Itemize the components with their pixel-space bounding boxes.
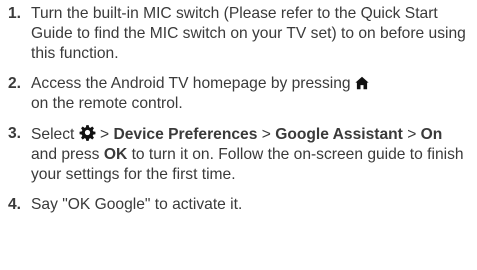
step-text: Say "OK Google" to activate it. xyxy=(31,196,243,213)
step-number: 1. xyxy=(8,5,22,22)
separator: > xyxy=(407,126,417,143)
separator: > xyxy=(100,126,110,143)
step-text-before-icon: Access the Android TV homepage by pressi… xyxy=(31,75,351,92)
home-icon xyxy=(355,76,369,90)
step-3: 3. Select > Device Preferences > Google … xyxy=(8,124,469,185)
ok-key: OK xyxy=(103,146,128,163)
step-text-after-icon: on the remote control. xyxy=(31,95,183,112)
gear-icon xyxy=(79,124,96,141)
separator: > xyxy=(261,126,271,143)
menu-google-assistant: Google Assistant xyxy=(275,126,403,143)
step-text: Select > Device Preferences > Google Ass… xyxy=(31,124,469,185)
step-2: 2. Access the Android TV homepage by pre… xyxy=(8,74,469,114)
menu-device-preferences: Device Preferences xyxy=(113,126,258,143)
step-number: 2. xyxy=(8,75,22,92)
step-1: 1. Turn the built-in MIC switch (Please … xyxy=(8,4,469,64)
step-number: 4. xyxy=(8,196,22,213)
menu-on: On xyxy=(420,126,443,143)
step-4: 4. Say "OK Google" to activate it. xyxy=(8,195,469,215)
step-text: Turn the built-in MIC switch (Please ref… xyxy=(31,5,466,62)
select-text: Select xyxy=(31,126,75,143)
step-text: Access the Android TV homepage by pressi… xyxy=(31,74,469,114)
step-number: 3. xyxy=(8,125,22,142)
instruction-list: 1. Turn the built-in MIC switch (Please … xyxy=(0,0,477,270)
and-press-text: and press xyxy=(31,146,100,163)
